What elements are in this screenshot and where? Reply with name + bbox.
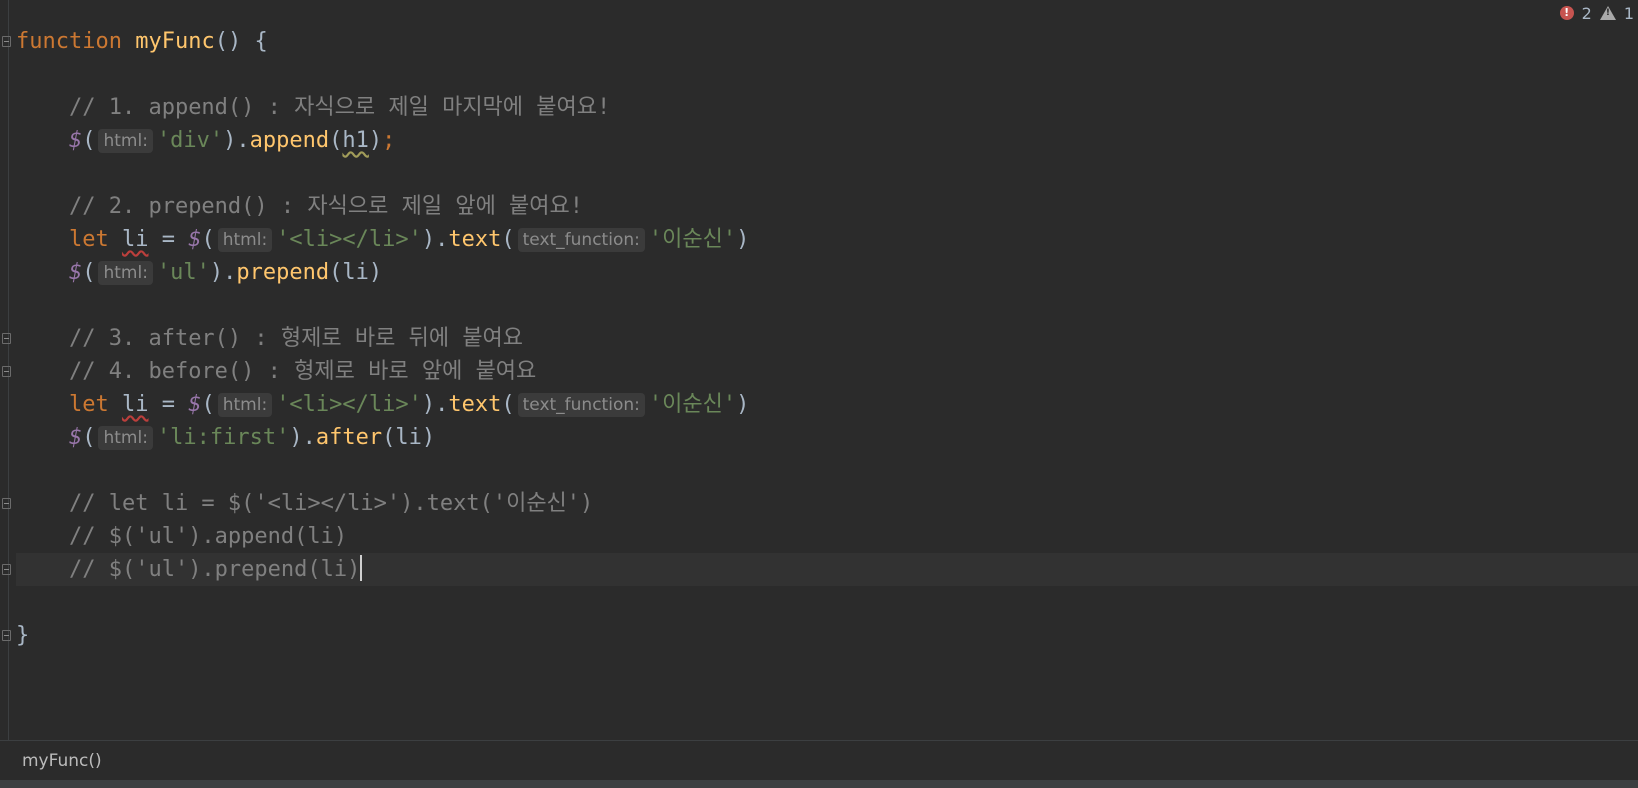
code-line[interactable]: // 3. after() : 형제로 바로 뒤에 붙여요 (2, 322, 1638, 355)
warning-count: 1 (1623, 3, 1634, 23)
code-line[interactable]: // 2. prepend() : 자식으로 제일 앞에 붙여요! (16, 190, 1638, 223)
method-name: text (448, 392, 502, 417)
variable: h1 (342, 128, 369, 153)
method-name: text (448, 227, 502, 252)
comment: // let li = $('<li></li>').text('이순신') (68, 491, 594, 516)
jquery-symbol: $ (68, 260, 83, 285)
parameter-hint: text_function: (517, 393, 645, 417)
string-literal: 'li:first' (156, 425, 290, 450)
semicolon: ; (382, 128, 396, 153)
code-line[interactable] (16, 289, 1638, 322)
code-line-current[interactable]: // $('ul').prepend(li) (2, 553, 1638, 586)
jquery-symbol: $ (188, 392, 202, 417)
code-line[interactable]: let li = $(html: '<li></li>').text(text_f… (16, 388, 1638, 421)
string-literal: '<li></li>' (276, 227, 422, 252)
fold-marker-icon[interactable] (2, 366, 11, 377)
code-editor[interactable]: ! 2 ! 1 function myFunc() { // 1. append… (0, 0, 1638, 740)
breadcrumb[interactable]: myFunc() (0, 740, 1638, 781)
code-line[interactable]: } (2, 619, 1638, 652)
code-line[interactable] (16, 157, 1638, 190)
fold-marker-icon[interactable] (2, 498, 11, 509)
parameter-hint: text_function: (517, 228, 645, 252)
parameter-hint: html: (98, 426, 153, 450)
string-literal: '이순신' (648, 392, 737, 417)
jquery-symbol: $ (68, 128, 83, 153)
comment: // 2. prepend() : 자식으로 제일 앞에 붙여요! (68, 194, 584, 219)
bottom-divider (0, 780, 1638, 788)
text-caret (360, 555, 363, 581)
comment: // 1. append() : 자식으로 제일 마지막에 붙여요! (68, 95, 611, 120)
method-name: append (249, 128, 330, 153)
code-line[interactable]: // 4. before() : 형제로 바로 앞에 붙여요 (2, 355, 1638, 388)
parameter-hint: html: (98, 261, 153, 285)
string-literal: '<li></li>' (276, 392, 422, 417)
breadcrumb-item[interactable]: myFunc() (22, 751, 102, 771)
string-literal: 'div' (156, 128, 224, 153)
parameter-hint: html: (98, 129, 153, 153)
method-name: after (315, 425, 383, 450)
variable: li (342, 260, 369, 285)
string-literal: '이순신' (648, 227, 737, 252)
variable: li (121, 392, 149, 417)
function-name: myFunc (135, 29, 215, 54)
code-line[interactable]: function myFunc() { (2, 25, 1638, 58)
comment: // 3. after() : 형제로 바로 뒤에 붙여요 (68, 326, 524, 351)
variable: li (121, 227, 149, 252)
parameter-hint: html: (217, 393, 273, 417)
string-literal: 'ul' (156, 260, 210, 285)
code-line[interactable] (16, 454, 1638, 487)
code-line[interactable]: // 1. append() : 자식으로 제일 마지막에 붙여요! (16, 91, 1638, 124)
code-line[interactable]: $(html:'li:first').after(li) (16, 421, 1638, 454)
code-line[interactable]: $(html:'ul').prepend(li) (16, 256, 1638, 289)
comment: // $('ul').prepend(li) (68, 557, 361, 582)
comment: // $('ul').append(li) (68, 524, 348, 549)
jquery-symbol: $ (68, 425, 83, 450)
fold-marker-icon[interactable] (2, 333, 11, 344)
keyword: let (68, 392, 109, 417)
warning-icon: ! (1599, 6, 1616, 20)
code-area[interactable]: function myFunc() { // 1. append() : 자식으… (2, 25, 1638, 652)
inspection-status[interactable]: ! 2 ! 1 (1559, 2, 1638, 24)
code-line[interactable]: // let li = $('<li></li>').text('이순신') (2, 487, 1638, 520)
method-name: prepend (236, 260, 330, 285)
code-line[interactable] (16, 58, 1638, 91)
keyword: function (16, 29, 122, 54)
code-line[interactable]: let li = $(html: '<li></li>').text(text_f… (16, 223, 1638, 256)
fold-marker-icon[interactable] (2, 630, 11, 641)
fold-marker-icon[interactable] (2, 564, 11, 575)
error-icon: ! (1559, 6, 1574, 20)
code-line[interactable] (16, 586, 1638, 619)
parameter-hint: html: (217, 228, 273, 252)
comment: // 4. before() : 형제로 바로 앞에 붙여요 (68, 359, 537, 384)
code-line[interactable]: // $('ul').append(li) (16, 520, 1638, 553)
code-line[interactable]: $(html:'div').append(h1); (16, 124, 1638, 157)
jquery-symbol: $ (188, 227, 202, 252)
function-signature: () { (214, 29, 268, 54)
error-count: 2 (1581, 3, 1592, 23)
fold-marker-icon[interactable] (2, 36, 11, 47)
closing-brace: } (16, 623, 30, 648)
variable: li (395, 425, 422, 450)
keyword: let (68, 227, 109, 252)
